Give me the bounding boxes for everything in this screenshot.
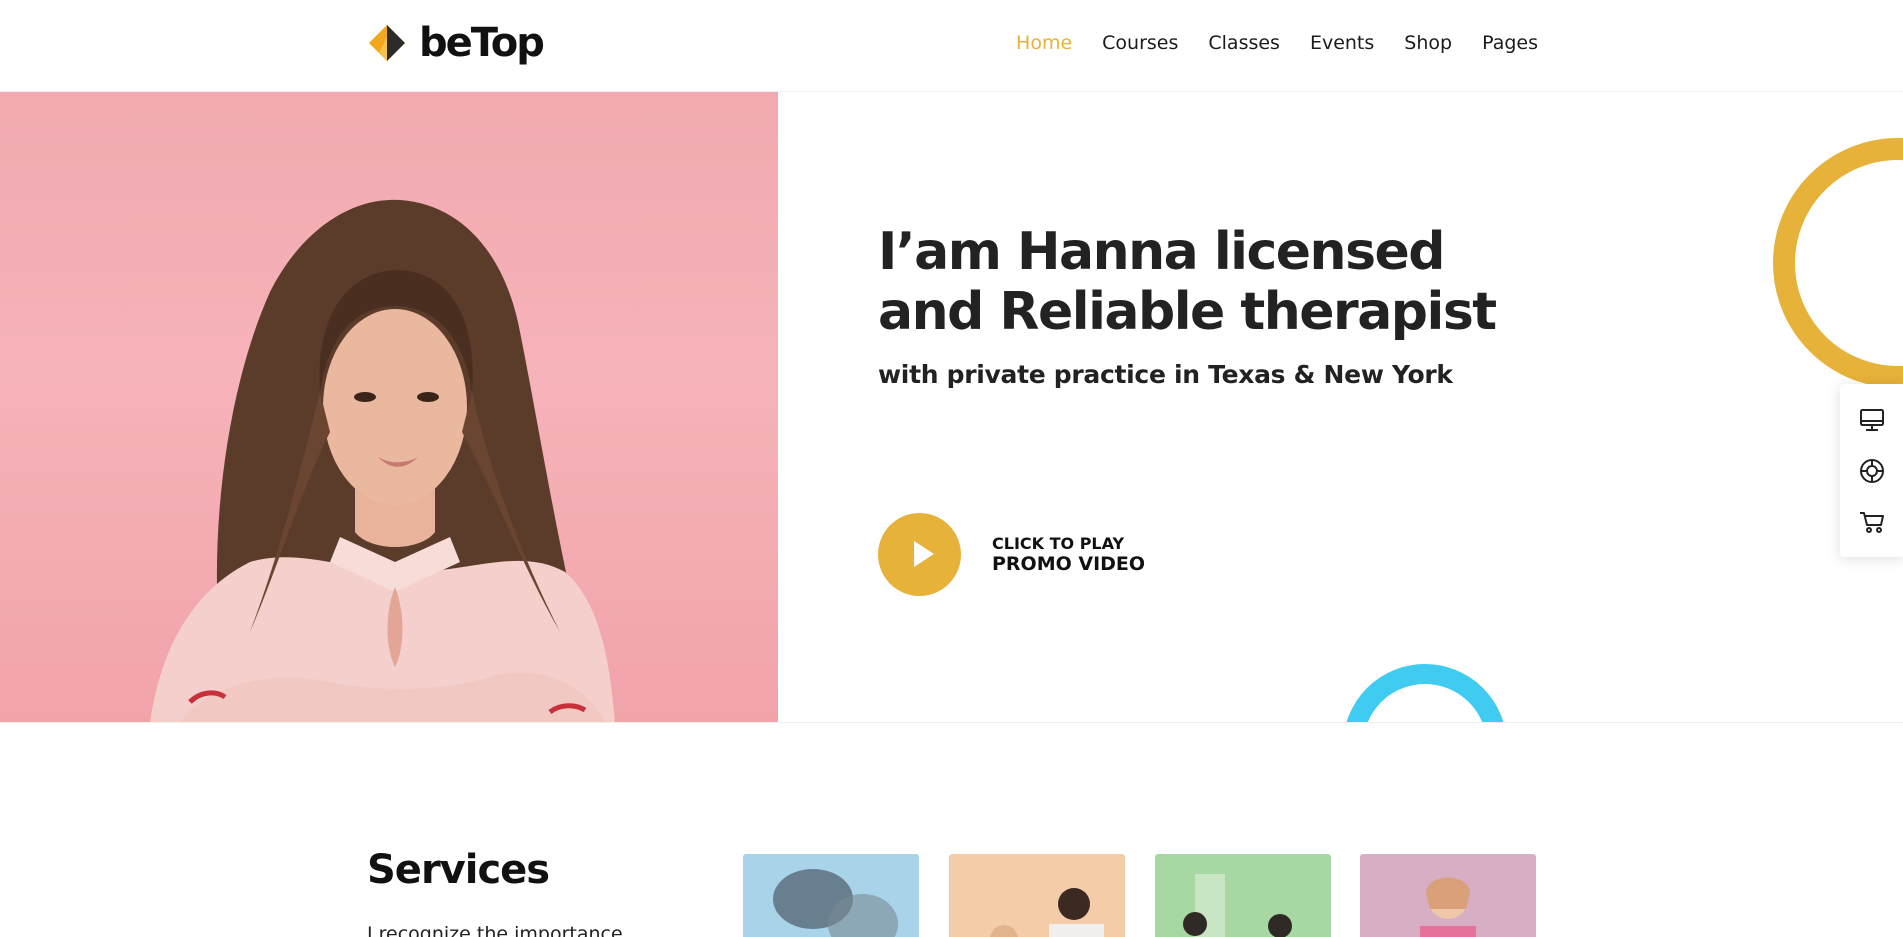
main-nav: Home Courses Classes Events Shop Pages (986, 28, 1538, 58)
service-card-2[interactable] (949, 854, 1125, 937)
decorative-yellow-ring (1773, 138, 1903, 388)
promo-label-small: CLICK TO PLAY (992, 533, 1125, 553)
service-card-1[interactable] (743, 854, 919, 937)
woman-portrait-image (150, 199, 615, 722)
hero-photo (0, 92, 778, 722)
service-image-4 (1420, 877, 1476, 937)
service-card-3[interactable] (1155, 854, 1331, 937)
site-header: beTop Home Courses Classes Events Shop P… (0, 0, 1903, 92)
nav-item-shop[interactable]: Shop (1404, 28, 1452, 58)
promo-video-button[interactable]: CLICK TO PLAY PROMO VIDEO (878, 513, 1145, 596)
service-image-2 (990, 888, 1104, 937)
nav-item-courses[interactable]: Courses (1102, 28, 1178, 58)
lifebuoy-icon[interactable] (1857, 456, 1887, 486)
hero-section: I’am Hanna licensed and Reliable therapi… (0, 92, 1903, 723)
logo-text: beTop (419, 20, 545, 66)
service-card-4[interactable] (1360, 854, 1536, 937)
play-icon[interactable] (878, 513, 961, 596)
side-floating-panel (1840, 384, 1903, 557)
hero-subtitle: with private practice in Texas & New Yor… (878, 360, 1453, 389)
logo-mark-icon (367, 23, 407, 63)
hero-title-line1: I’am Hanna licensed (878, 222, 1446, 282)
service-image-3 (1183, 874, 1292, 937)
service-image-1 (773, 869, 898, 937)
nav-item-classes[interactable]: Classes (1208, 28, 1280, 58)
services-title: Services (367, 847, 550, 893)
nav-item-pages[interactable]: Pages (1482, 28, 1538, 58)
promo-label-big: PROMO VIDEO (992, 552, 1146, 575)
services-intro-text: I recognize the importance (367, 923, 623, 937)
hero-content: I’am Hanna licensed and Reliable therapi… (878, 222, 1578, 389)
cart-icon[interactable] (1857, 507, 1887, 537)
logo[interactable]: beTop (367, 18, 545, 68)
monitor-icon[interactable] (1857, 405, 1887, 435)
decorative-blue-ring (1343, 664, 1507, 722)
promo-text: CLICK TO PLAY PROMO VIDEO (992, 533, 1146, 575)
nav-item-home[interactable]: Home (1016, 28, 1072, 58)
hero-title-line2: and Reliable therapist (878, 282, 1497, 342)
nav-item-events[interactable]: Events (1310, 28, 1374, 58)
hero-title: I’am Hanna licensed and Reliable therapi… (878, 222, 1578, 342)
